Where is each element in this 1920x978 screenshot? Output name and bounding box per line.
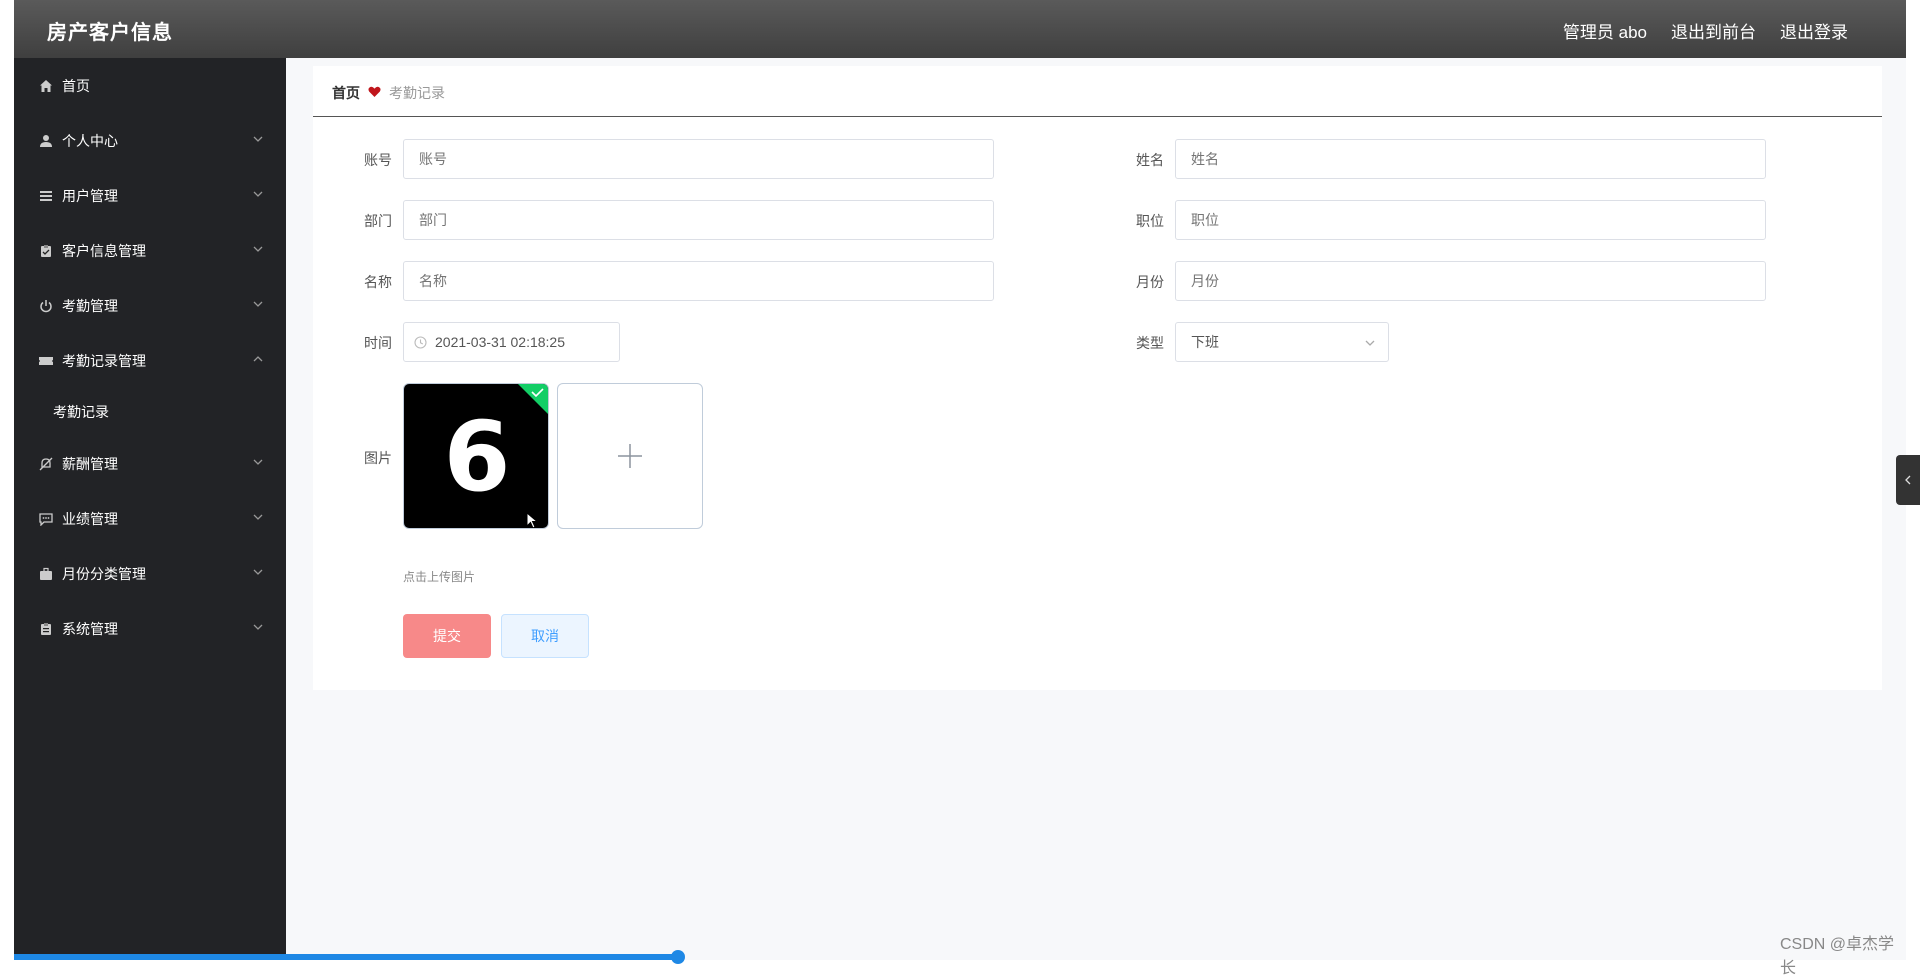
chevron-down-icon: [1365, 340, 1375, 346]
sidebar-item-label: 考勤记录管理: [62, 352, 146, 369]
message-icon: [38, 511, 54, 527]
time-label: 时间: [364, 335, 392, 351]
user-icon: [38, 133, 54, 149]
breadcrumb-divider: [313, 116, 1882, 117]
submit-button[interactable]: 提交: [403, 614, 491, 658]
chevron-down-icon: [253, 459, 263, 465]
sidebar-item-label: 个人中心: [62, 132, 118, 149]
title-input[interactable]: [403, 261, 994, 301]
sidebar-item-label: 薪酬管理: [62, 455, 118, 472]
type-select[interactable]: 下班: [1175, 322, 1389, 362]
sidebar-item-label: 考勤管理: [62, 297, 118, 314]
sidebar-item-performance[interactable]: 业绩管理: [14, 491, 286, 546]
clipboard-icon: [38, 621, 54, 637]
sidebar: 首页 个人中心 用户管理 客户信息管理 考勤管理 考勤记录管理 考勤记录 薪酬管…: [14, 58, 286, 960]
type-selected-value: 下班: [1191, 334, 1219, 350]
collapse-panel-handle[interactable]: [1896, 455, 1920, 505]
type-label: 类型: [1136, 335, 1164, 351]
ticket-icon: [38, 353, 54, 369]
image-label: 图片: [364, 450, 392, 466]
chevron-down-icon: [253, 136, 263, 142]
video-progress-bar[interactable]: [14, 954, 678, 960]
chevron-down-icon: [253, 514, 263, 520]
month-input[interactable]: [1175, 261, 1766, 301]
sidebar-item-month-category[interactable]: 月份分类管理: [14, 546, 286, 601]
chevron-down-icon: [253, 191, 263, 197]
chevron-up-icon: [253, 356, 263, 362]
top-bar: 房产客户信息 管理员 abo 退出到前台 退出登录: [14, 0, 1906, 58]
briefcase-icon: [38, 566, 54, 582]
main-content: 首页 考勤记录 账号 姓名 部门 职位 名称 月份 时间 2021-03-31 …: [313, 66, 1882, 690]
sidebar-item-label: 月份分类管理: [62, 565, 146, 582]
chevron-left-icon: [1905, 475, 1911, 485]
upload-add-button[interactable]: [557, 383, 703, 529]
sidebar-subitem-attendance-record[interactable]: 考勤记录: [14, 388, 286, 436]
month-label: 月份: [1136, 274, 1164, 290]
mouse-cursor-icon: [526, 512, 539, 528]
heart-icon: [368, 85, 381, 101]
sidebar-item-user-management[interactable]: 用户管理: [14, 168, 286, 223]
time-picker[interactable]: 2021-03-31 02:18:25: [403, 322, 620, 362]
position-label: 职位: [1136, 213, 1164, 229]
upload-tip: 点击上传图片: [403, 570, 476, 584]
sidebar-subitem-label: 考勤记录: [53, 404, 109, 420]
sidebar-item-label: 业绩管理: [62, 510, 118, 527]
cancel-button[interactable]: 取消: [501, 614, 589, 658]
sidebar-item-personal-center[interactable]: 个人中心: [14, 113, 286, 168]
breadcrumb-home[interactable]: 首页: [332, 83, 360, 103]
success-check-icon: [518, 384, 548, 414]
breadcrumb: 首页 考勤记录: [332, 83, 445, 103]
clock-icon: [414, 335, 427, 349]
uploaded-image-thumbnail[interactable]: 6: [403, 383, 549, 529]
app-window: 房产客户信息 管理员 abo 退出到前台 退出登录 首页 个人中心 用户管理 客…: [14, 0, 1920, 977]
breadcrumb-current: 考勤记录: [389, 85, 445, 101]
sidebar-item-system[interactable]: 系统管理: [14, 601, 286, 656]
bell-off-icon: [38, 456, 54, 472]
sidebar-item-salary[interactable]: 薪酬管理: [14, 436, 286, 491]
account-input[interactable]: [403, 139, 994, 179]
name-label: 姓名: [1136, 152, 1164, 168]
chevron-down-icon: [253, 624, 263, 630]
chevron-down-icon: [253, 569, 263, 575]
sidebar-item-label: 客户信息管理: [62, 242, 146, 259]
list-icon: [38, 188, 54, 204]
sidebar-item-customer-info[interactable]: 客户信息管理: [14, 223, 286, 278]
exit-to-front-link[interactable]: 退出到前台: [1671, 18, 1756, 43]
clipboard-icon: [38, 243, 54, 259]
department-input[interactable]: [403, 200, 994, 240]
sidebar-item-home[interactable]: 首页: [14, 58, 286, 113]
top-actions: 管理员 abo 退出到前台 退出登录: [1563, 18, 1848, 43]
title-label: 名称: [364, 274, 392, 290]
sidebar-item-label: 用户管理: [62, 187, 118, 204]
sidebar-item-label: 首页: [62, 77, 90, 94]
account-label: 账号: [364, 152, 392, 168]
chevron-down-icon: [253, 246, 263, 252]
sidebar-item-label: 系统管理: [62, 620, 118, 637]
app-title: 房产客户信息: [47, 22, 173, 44]
admin-user-label: 管理员 abo: [1562, 23, 1647, 42]
chevron-down-icon: [253, 301, 263, 307]
plus-icon: [618, 444, 642, 468]
home-icon: [38, 78, 54, 94]
department-label: 部门: [364, 213, 392, 229]
watermark: CSDN @卓杰学长: [1780, 936, 1895, 977]
logout-link[interactable]: 退出登录: [1780, 18, 1848, 43]
video-progress-knob[interactable]: [671, 950, 685, 964]
position-input[interactable]: [1175, 200, 1766, 240]
time-value: 2021-03-31 02:18:25: [435, 334, 565, 350]
name-input[interactable]: [1175, 139, 1766, 179]
power-icon: [38, 298, 54, 314]
sidebar-item-attendance[interactable]: 考勤管理: [14, 278, 286, 333]
sidebar-item-attendance-records[interactable]: 考勤记录管理: [14, 333, 286, 388]
